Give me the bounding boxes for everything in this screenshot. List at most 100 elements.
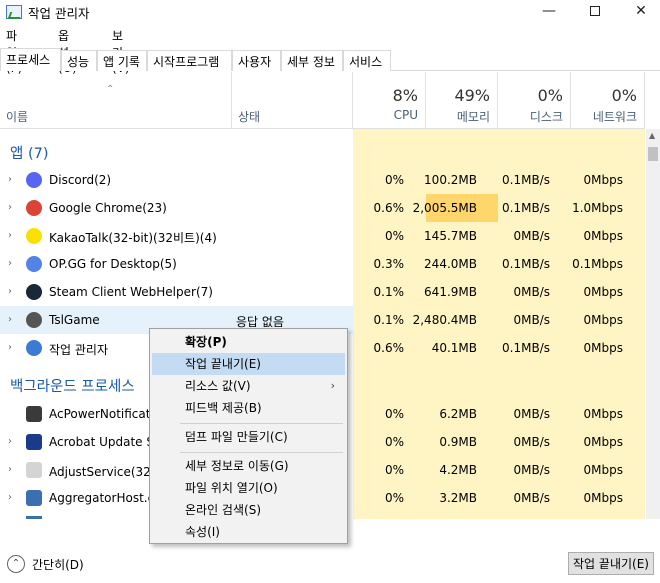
cell-cpu: 0.6% <box>373 201 405 215</box>
ctx-properties[interactable]: 속성(I) <box>152 521 345 543</box>
cell-network: 0Mbps <box>583 313 623 327</box>
maximize-button[interactable] <box>572 0 618 24</box>
cell-network: 0Mbps <box>583 285 623 299</box>
table-row[interactable]: › Steam Client WebHelper(7) 0.1% 641.9MB 0MB… <box>0 278 645 306</box>
expand-chevron-icon[interactable]: › <box>8 342 12 353</box>
ctx-feedback[interactable]: 피드백 제공(B) <box>152 397 345 419</box>
chrome-icon <box>26 200 42 216</box>
task-manager-app-icon <box>6 5 22 19</box>
cell-disk: 0MB/s <box>513 491 550 505</box>
expand-chevron-icon[interactable]: › <box>8 174 12 185</box>
tab-bar: 프로세스 성능 앱 기록 시작프로그램 사용자 세부 정보 서비스 <box>0 48 660 71</box>
column-cpu[interactable]: 8% CPU <box>353 72 426 129</box>
disk-total: 0% <box>537 86 563 105</box>
cell-memory: 2,480.4MB <box>412 313 477 327</box>
tab-details[interactable]: 세부 정보 <box>281 50 343 71</box>
footer: ⌃ 간단히(D) 작업 끝내기(E) <box>0 548 660 583</box>
cell-memory: 40.1MB <box>431 341 477 355</box>
adjust-icon <box>26 462 42 478</box>
network-total: 0% <box>611 86 637 105</box>
group-apps[interactable]: 앱 (7) <box>10 142 49 163</box>
cell-cpu: 0% <box>384 491 404 505</box>
vertical-scrollbar[interactable]: ▲ <box>646 129 660 519</box>
cell-memory: 3.2MB <box>439 491 477 505</box>
cell-network: 0.1Mbps <box>572 257 623 271</box>
tab-services[interactable]: 서비스 <box>343 50 391 71</box>
cell-network: 0Mbps <box>583 173 623 187</box>
process-name: Steam Client WebHelper(7) <box>49 285 213 299</box>
cell-memory: 2,005.5MB <box>412 201 477 215</box>
expand-chevron-icon[interactable]: › <box>8 202 12 213</box>
scroll-up-icon[interactable]: ▲ <box>649 131 655 140</box>
ctx-resource-values[interactable]: 리소스 값(V) › <box>152 375 345 397</box>
process-name: AcPowerNotification <box>49 407 149 421</box>
memory-total: 49% <box>454 86 490 105</box>
cell-disk: 0MB/s <box>513 407 550 421</box>
group-background[interactable]: 백그라운드 프로세스 <box>10 375 150 396</box>
cell-disk: 0MB/s <box>513 285 550 299</box>
table-row[interactable]: › KakaoTalk(32-bit)(32비트)(4) 0% 145.7MB 0MB/… <box>0 222 645 250</box>
minimize-button[interactable]: — <box>526 0 572 24</box>
cell-cpu: 0% <box>384 229 404 243</box>
ctx-dump-file[interactable]: 덤프 파일 만들기(C) <box>152 426 345 448</box>
cell-network: 0Mbps <box>583 491 623 505</box>
steam-icon <box>26 284 42 300</box>
tab-performance[interactable]: 성능 <box>61 50 97 71</box>
column-name[interactable]: 이름 <box>0 72 232 129</box>
table-row[interactable]: › OP.GG for Desktop(5) 0.3% 244.0MB 0.1MB/s 0… <box>0 250 645 278</box>
cell-cpu: 0% <box>384 173 404 187</box>
tab-startup[interactable]: 시작프로그램 <box>147 50 232 71</box>
collapse-chevron-icon[interactable]: ⌃ <box>7 555 25 573</box>
submenu-chevron-icon: › <box>330 379 335 392</box>
column-memory[interactable]: 49% 메모리 <box>426 72 498 129</box>
column-disk[interactable]: 0% 디스크 <box>498 72 571 129</box>
tab-app-history[interactable]: 앱 기록 <box>97 50 147 71</box>
ctx-expand[interactable]: 확장(P) <box>152 331 345 353</box>
cell-network: 0Mbps <box>583 463 623 477</box>
ctx-separator <box>180 423 343 424</box>
column-cpu-label: CPU <box>393 108 418 122</box>
cell-network: 0Mbps <box>583 341 623 355</box>
process-name: KakaoTalk(32-bit)(32비트)(4) <box>49 231 217 245</box>
expand-chevron-icon[interactable]: › <box>8 464 12 475</box>
expand-chevron-icon[interactable]: › <box>8 436 12 447</box>
ctx-end-task[interactable]: 작업 끝내기(E) <box>152 353 345 375</box>
process-name: Discord(2) <box>49 173 112 187</box>
aggregator-icon <box>26 490 42 506</box>
ctx-go-to-details[interactable]: 세부 정보로 이동(G) <box>152 455 345 477</box>
ctx-search-online[interactable]: 온라인 검색(S) <box>152 499 345 521</box>
cell-disk: 0MB/s <box>513 313 550 327</box>
maximize-icon <box>590 6 600 16</box>
cell-disk: 0.1MB/s <box>502 201 550 215</box>
cell-cpu: 0.1% <box>373 313 405 327</box>
cell-cpu: 0% <box>384 435 404 449</box>
scroll-thumb[interactable] <box>648 147 658 161</box>
cell-memory: 641.9MB <box>424 285 477 299</box>
expand-chevron-icon[interactable]: › <box>8 314 12 325</box>
expand-chevron-icon[interactable]: › <box>8 258 12 269</box>
cell-memory: 6.2MB <box>439 407 477 421</box>
column-status[interactable]: 상태 <box>232 72 353 129</box>
collapse-link[interactable]: 간단히(D) <box>32 556 84 573</box>
ctx-open-file-location[interactable]: 파일 위치 열기(O) <box>152 477 345 499</box>
process-name: Acrobat Update Se <box>49 435 149 449</box>
cell-disk: 0.1MB/s <box>502 257 550 271</box>
column-network[interactable]: 0% 네트워크 <box>571 72 645 129</box>
end-task-button[interactable]: 작업 끝내기(E) <box>568 552 654 575</box>
expand-chevron-icon[interactable]: › <box>8 230 12 241</box>
tab-processes[interactable]: 프로세스 <box>0 48 61 71</box>
table-row[interactable]: › Discord(2) 0% 100.2MB 0.1MB/s 0Mbps <box>0 166 645 194</box>
expand-chevron-icon[interactable]: › <box>8 286 12 297</box>
close-button[interactable]: ✕ <box>618 0 660 24</box>
cell-memory: 4.2MB <box>439 463 477 477</box>
expand-chevron-icon[interactable]: › <box>8 492 12 503</box>
cpu-total: 8% <box>392 86 418 105</box>
cell-disk: 0.1MB/s <box>502 173 550 187</box>
ctx-separator <box>180 452 343 453</box>
tab-users[interactable]: 사용자 <box>232 50 281 71</box>
tslgame-icon <box>26 312 42 328</box>
column-network-label: 네트워크 <box>592 110 637 124</box>
process-name: AggregatorHost.ex <box>49 491 149 505</box>
title-bar: 작업 관리자 — ✕ <box>0 0 660 24</box>
table-row[interactable]: › Google Chrome(23) 0.6% 2,005.5MB 0.1MB/s 1.… <box>0 194 645 222</box>
